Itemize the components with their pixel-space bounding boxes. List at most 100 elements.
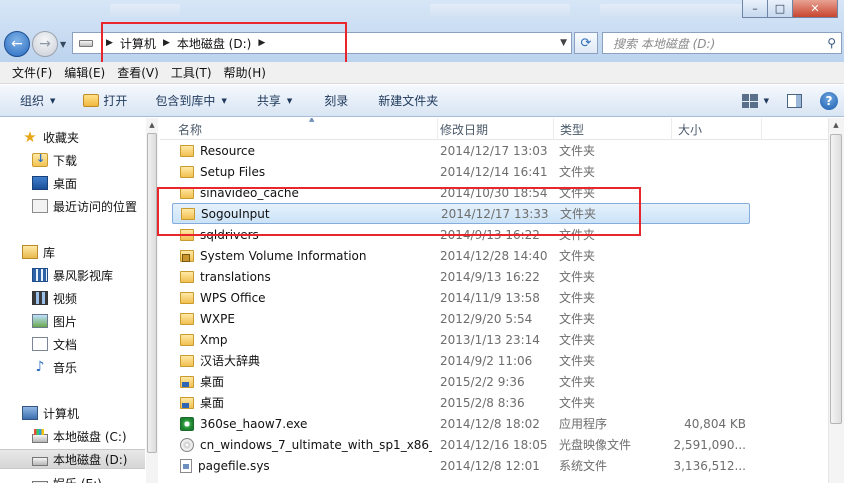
minimize-button[interactable]: –	[742, 0, 768, 18]
maximize-button[interactable]: □	[767, 0, 793, 18]
file-type: 文件夹	[559, 333, 596, 347]
nav-baofeng-library[interactable]: 暴风影视库	[0, 265, 145, 285]
forward-button[interactable]: →	[32, 31, 58, 57]
nav-computer[interactable]: 计算机	[0, 403, 145, 423]
breadcrumb: ▶ 计算机 ▶ 本地磁盘 (D:) ▶	[99, 35, 272, 52]
file-row[interactable]: pagefile.sys 2014/12/8 12:01 系统文件 3,136,512…	[172, 455, 750, 476]
file-name: translations	[200, 269, 271, 284]
file-name: Xmp	[200, 332, 228, 347]
menu-file[interactable]: 文件(F)	[6, 64, 58, 81]
file-modified-date: 2014/12/8 18:02	[440, 416, 540, 431]
file-name-cell: 360se_haow7.exe	[180, 416, 432, 431]
address-bar[interactable]: ▶ 计算机 ▶ 本地磁盘 (D:) ▶ ▼	[72, 32, 572, 54]
column-type[interactable]: 类型	[554, 118, 672, 140]
preview-pane-icon[interactable]	[787, 94, 802, 108]
file-row[interactable]: WXPE 2012/9/20 5:54 文件夹	[172, 308, 750, 329]
file-list-scrollbar-thumb[interactable]	[830, 134, 842, 424]
chevron-down-icon[interactable]: ▼	[764, 97, 769, 105]
open-button[interactable]: 打开	[65, 89, 137, 113]
file-row[interactable]: translations 2014/9/13 16:22 文件夹	[172, 266, 750, 287]
system-drive-icon	[32, 428, 48, 443]
include-library-label: 包含到库中	[155, 94, 216, 108]
file-row[interactable]: Xmp 2013/1/13 23:14 文件夹	[172, 329, 750, 350]
file-row[interactable]: 桌面 2015/2/2 9:36 文件夹	[172, 371, 750, 392]
file-row[interactable]: Setup Files 2014/12/14 16:41 文件夹	[172, 161, 750, 182]
menu-bar: 文件(F) 编辑(E) 查看(V) 工具(T) 帮助(H)	[0, 62, 844, 84]
search-icon[interactable]: ⚲	[827, 36, 836, 50]
nav-downloads[interactable]: 下载	[0, 150, 145, 170]
file-row[interactable]: WPS Office 2014/11/9 13:58 文件夹	[172, 287, 750, 308]
file-name-cell: System Volume Information	[180, 249, 432, 263]
column-label: 名称	[178, 122, 203, 137]
file-type: 文件夹	[559, 270, 596, 284]
file-row[interactable]: Resource 2014/12/17 13:03 文件夹	[172, 140, 750, 161]
scroll-up-icon[interactable]: ▲	[146, 118, 158, 132]
document-library-icon	[32, 337, 48, 351]
breadcrumb-computer[interactable]: 计算机	[120, 35, 156, 52]
menu-edit[interactable]: 编辑(E)	[58, 64, 111, 81]
nav-drive-d[interactable]: 本地磁盘 (D:)	[0, 449, 145, 469]
nav-videos[interactable]: 视频	[0, 288, 145, 308]
nav-label: 本地磁盘 (C:)	[53, 429, 127, 444]
nav-recent-places[interactable]: 最近访问的位置	[0, 196, 145, 216]
file-name: sinavideo_cache	[200, 185, 299, 200]
recent-pages-dropdown[interactable]: ▼	[60, 40, 66, 49]
close-button[interactable]: ✕	[792, 0, 838, 18]
nav-label: 音乐	[53, 360, 78, 375]
menu-tools[interactable]: 工具(T)	[165, 64, 218, 81]
scroll-up-icon[interactable]: ▲	[830, 118, 842, 132]
nav-drive-c[interactable]: 本地磁盘 (C:)	[0, 426, 145, 446]
column-name[interactable]: 名称 ▲	[172, 118, 438, 140]
help-icon[interactable]: ?	[820, 92, 838, 110]
file-row[interactable]: 桌面 2015/2/8 8:36 文件夹	[172, 392, 750, 413]
burn-button[interactable]: 刻录	[302, 89, 358, 113]
file-row[interactable]: SogouInput 2014/12/17 13:33 文件夹	[172, 203, 750, 224]
organize-label: 组织	[20, 94, 45, 108]
back-button[interactable]: ←	[4, 31, 30, 57]
file-row[interactable]: cn_windows_7_ultimate_with_sp1_x86_... 20…	[172, 434, 750, 455]
organize-button[interactable]: 组织 ▼	[0, 89, 65, 113]
nav-label: 桌面	[53, 176, 78, 191]
address-history-dropdown[interactable]: ▼	[560, 38, 567, 48]
file-size: 3,136,512...	[673, 458, 746, 473]
file-type: 文件夹	[559, 354, 596, 368]
refresh-button[interactable]: ⟳	[574, 32, 598, 54]
nav-drive-e[interactable]: 娱乐 (E:)	[0, 473, 145, 483]
file-type: 文件夹	[559, 228, 596, 242]
nav-libraries[interactable]: 库	[0, 242, 145, 262]
file-modified-date: 2014/12/8 12:01	[440, 458, 540, 473]
file-name-cell: Resource	[180, 144, 432, 158]
menu-view[interactable]: 查看(V)	[111, 64, 165, 81]
file-row[interactable]: sinavideo_cache 2014/10/30 18:54 文件夹	[172, 182, 750, 203]
nav-favorites[interactable]: ★ 收藏夹	[0, 127, 145, 147]
new-folder-button[interactable]: 新建文件夹	[358, 89, 448, 113]
blurred-window-tab	[600, 4, 760, 16]
file-row[interactable]: 汉语大辞典 2014/9/2 11:06 文件夹	[172, 350, 750, 371]
breadcrumb-arrow-icon[interactable]: ▶	[258, 38, 265, 48]
breadcrumb-arrow-icon[interactable]: ▶	[106, 38, 113, 48]
file-row[interactable]: System Volume Information 2014/12/28 14:4…	[172, 245, 750, 266]
file-row[interactable]: 360se_haow7.exe 2014/12/8 18:02 应用程序 40,804…	[172, 413, 750, 434]
menu-help[interactable]: 帮助(H)	[218, 64, 272, 81]
new-folder-label: 新建文件夹	[378, 94, 439, 108]
file-name-cell: sqldrivers	[180, 228, 432, 242]
share-button[interactable]: 共享 ▼	[237, 89, 302, 113]
nav-music[interactable]: ♪ 音乐	[0, 357, 145, 377]
nav-scrollbar-thumb[interactable]	[147, 133, 157, 453]
nav-documents[interactable]: 文档	[0, 334, 145, 354]
column-modified[interactable]: 修改日期	[434, 118, 554, 140]
search-box[interactable]: 搜索 本地磁盘 (D:) ⚲	[602, 32, 842, 54]
column-label: 修改日期	[440, 122, 489, 137]
nav-desktop[interactable]: 桌面	[0, 173, 145, 193]
file-modified-date: 2014/12/17 13:03	[440, 143, 548, 158]
blurred-window-tab	[110, 4, 180, 16]
nav-pictures[interactable]: 图片	[0, 311, 145, 331]
file-row[interactable]: sqldrivers 2014/9/13 16:22 文件夹	[172, 224, 750, 245]
file-modified-date: 2014/9/13 16:22	[440, 269, 540, 284]
breadcrumb-arrow-icon[interactable]: ▶	[163, 38, 170, 48]
search-placeholder[interactable]: 搜索 本地磁盘 (D:)	[613, 35, 715, 52]
change-view-icon[interactable]	[741, 94, 758, 108]
breadcrumb-drive-d[interactable]: 本地磁盘 (D:)	[177, 35, 251, 52]
include-in-library-button[interactable]: 包含到库中 ▼	[137, 89, 236, 113]
column-size[interactable]: 大小	[672, 118, 762, 140]
